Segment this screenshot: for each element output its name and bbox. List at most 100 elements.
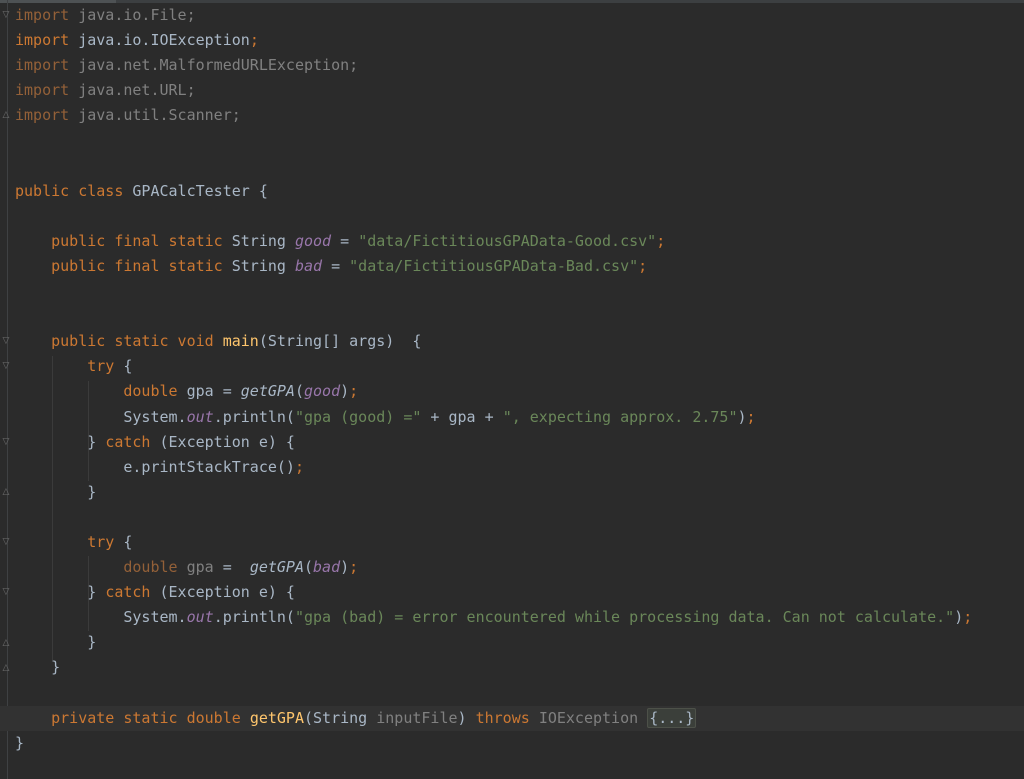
code-token: { xyxy=(123,532,133,551)
code-token: ; xyxy=(294,457,304,476)
fold-collapse-icon[interactable]: ▽ xyxy=(2,362,10,371)
code-token: ) xyxy=(954,608,964,627)
code-line[interactable] xyxy=(15,204,1024,229)
code-line[interactable]: e.printStackTrace(); xyxy=(15,455,1024,480)
fold-collapse-icon[interactable]: ▽ xyxy=(2,588,10,597)
code-line[interactable] xyxy=(15,128,1024,153)
code-line[interactable]: public final static String good = "data/… xyxy=(15,229,1024,254)
code-token: java.net.URL; xyxy=(69,81,196,100)
fold-end-icon[interactable]: △ xyxy=(2,111,10,120)
code-token: inputFile xyxy=(376,708,458,727)
code-token: ) xyxy=(457,708,476,727)
code-line[interactable]: } xyxy=(15,731,1024,756)
code-token: good xyxy=(294,231,332,250)
code-token: = xyxy=(213,558,250,577)
code-token: = xyxy=(322,256,350,275)
code-token: double xyxy=(123,382,187,401)
code-token: java.net.MalformedURLException; xyxy=(69,56,359,75)
code-line[interactable]: System.out.println("gpa (bad) = error en… xyxy=(15,605,1024,630)
code-line[interactable]: public static void main(String[] args) { xyxy=(15,329,1024,354)
code-token: ) xyxy=(340,382,350,401)
code-token: + gpa + xyxy=(421,407,503,426)
code-line[interactable] xyxy=(15,279,1024,304)
code-line[interactable]: public final static String bad = "data/F… xyxy=(15,254,1024,279)
code-token: { xyxy=(123,357,133,376)
code-token: (String xyxy=(304,708,377,727)
code-line[interactable]: try { xyxy=(15,354,1024,379)
code-token: String xyxy=(231,256,295,275)
code-token: ) xyxy=(340,558,350,577)
code-token: import xyxy=(15,106,70,125)
code-token: } xyxy=(15,658,61,677)
code-token: IOException xyxy=(538,708,648,727)
code-token: ( xyxy=(304,558,314,577)
code-line[interactable]: System.out.println("gpa (good) =" + gpa … xyxy=(15,405,1024,430)
code-line[interactable]: } xyxy=(15,655,1024,680)
code-token: } xyxy=(15,482,97,501)
fold-end-icon[interactable]: △ xyxy=(2,638,10,647)
fold-collapse-icon[interactable]: ▽ xyxy=(2,437,10,446)
fold-collapse-icon[interactable]: ▽ xyxy=(2,11,10,20)
code-token: ( xyxy=(294,382,304,401)
code-token: import xyxy=(15,56,70,75)
code-token: System. xyxy=(15,608,187,627)
code-line[interactable] xyxy=(15,304,1024,329)
code-token: main xyxy=(222,332,259,351)
code-line[interactable]: import java.io.File; xyxy=(15,3,1024,28)
code-line[interactable]: } catch (Exception e) { xyxy=(15,580,1024,605)
code-token: ; xyxy=(656,231,666,250)
code-token: public final static xyxy=(51,231,232,250)
code-token: java.io.IOException xyxy=(69,31,250,50)
code-token: public static void xyxy=(51,332,223,351)
fold-end-icon[interactable]: △ xyxy=(2,663,10,672)
code-token: getGPA xyxy=(249,708,304,727)
code-token: e.printStackTrace() xyxy=(15,457,295,476)
code-token: try xyxy=(87,357,124,376)
fold-end-icon[interactable]: △ xyxy=(2,487,10,496)
code-line[interactable]: try { xyxy=(15,530,1024,555)
code-token: public final static xyxy=(51,256,232,275)
code-token: double xyxy=(123,558,187,577)
code-token: .println( xyxy=(213,608,295,627)
code-token: try xyxy=(87,532,124,551)
code-token: = xyxy=(331,231,359,250)
code-token: ; xyxy=(349,558,359,577)
code-area[interactable]: import java.io.File; import java.io.IOExc… xyxy=(0,3,1024,756)
code-token: (String[] args) { xyxy=(258,332,422,351)
code-line[interactable]: double gpa = getGPA(good); xyxy=(15,379,1024,404)
code-line[interactable]: private static double getGPA(String inpu… xyxy=(0,705,1024,731)
fold-collapse-icon[interactable]: ▽ xyxy=(2,337,10,346)
code-line[interactable] xyxy=(15,154,1024,179)
code-token: private static double xyxy=(51,708,250,727)
code-line[interactable]: import java.io.IOException; xyxy=(15,28,1024,53)
code-token: import xyxy=(15,81,70,100)
code-line[interactable]: } xyxy=(15,630,1024,655)
code-token: import xyxy=(15,6,70,24)
code-token: System. xyxy=(15,407,187,426)
code-line[interactable]: } xyxy=(15,480,1024,505)
code-editor[interactable]: ▽▽▽▽▽▽△△△△+ import java.io.File;import j… xyxy=(0,0,1024,779)
code-token: } xyxy=(15,633,97,652)
code-line[interactable]: import java.util.Scanner; xyxy=(15,103,1024,128)
code-token: public class xyxy=(15,181,133,200)
code-line[interactable] xyxy=(15,681,1024,706)
code-token: bad xyxy=(294,256,323,275)
code-line[interactable]: double gpa = getGPA(bad); xyxy=(15,555,1024,580)
code-line[interactable]: public class GPACalcTester { xyxy=(15,179,1024,204)
code-token: ", expecting approx. 2.75" xyxy=(502,407,738,426)
code-line[interactable] xyxy=(15,505,1024,530)
collapsed-block[interactable]: {...} xyxy=(647,707,697,728)
fold-collapse-icon[interactable]: ▽ xyxy=(2,538,10,547)
code-token: } xyxy=(15,733,25,752)
code-line[interactable]: import java.net.URL; xyxy=(15,78,1024,103)
code-line[interactable]: import java.net.MalformedURLException; xyxy=(15,53,1024,78)
code-token: ; xyxy=(249,31,259,50)
code-line[interactable]: } catch (Exception e) { xyxy=(15,430,1024,455)
code-token: GPACalcTester { xyxy=(132,181,268,200)
code-token: } xyxy=(15,432,106,451)
